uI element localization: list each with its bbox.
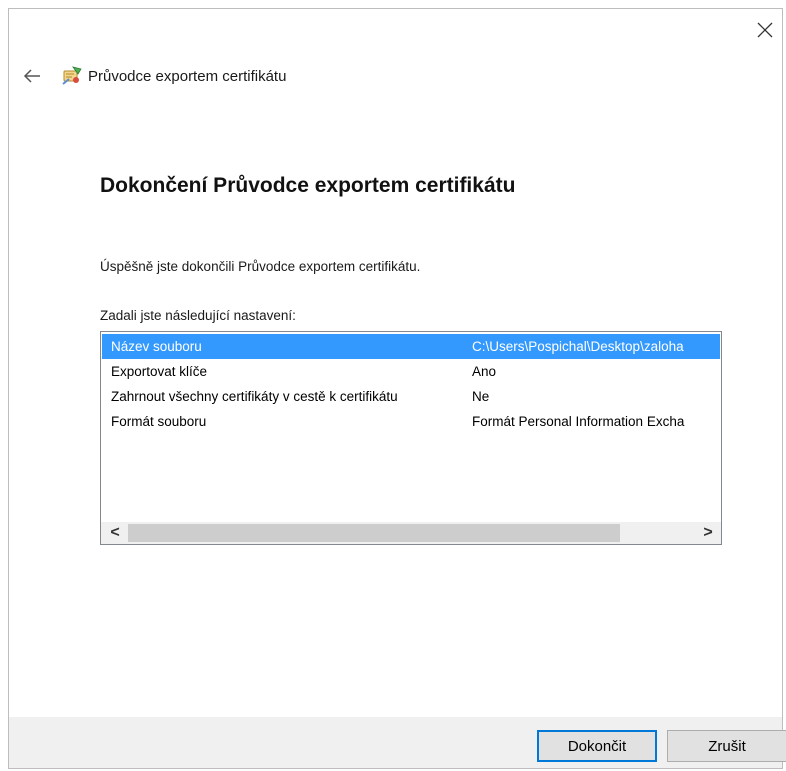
setting-name: Formát souboru xyxy=(111,414,207,429)
finish-button[interactable]: Dokončit xyxy=(537,730,657,762)
setting-name: Název souboru xyxy=(111,339,202,354)
scroll-right-button[interactable]: > xyxy=(697,522,719,544)
setting-name: Zahrnout všechny certifikáty v cestě k c… xyxy=(111,389,398,404)
list-item[interactable]: Formát souboru Formát Personal Informati… xyxy=(102,409,720,434)
chevron-left-icon: < xyxy=(110,524,120,541)
setting-value: Ano xyxy=(472,364,497,379)
cancel-button[interactable]: Zrušit xyxy=(667,730,786,762)
setting-value: Ne xyxy=(472,389,490,404)
wizard-title: Průvodce exportem certifikátu xyxy=(88,67,287,85)
settings-listview[interactable]: Název souboru C:\Users\Pospichal\Desktop… xyxy=(100,331,722,545)
scroll-left-button[interactable]: < xyxy=(104,522,126,544)
setting-value: Formát Personal Information Excha xyxy=(472,414,685,429)
settings-rows: Název souboru C:\Users\Pospichal\Desktop… xyxy=(102,334,720,434)
scrollbar-thumb[interactable] xyxy=(128,524,620,542)
wizard-titlebar: Průvodce exportem certifikátu xyxy=(21,64,286,88)
button-bar: Dokončit Zrušit xyxy=(9,717,786,768)
horizontal-scrollbar[interactable]: < > xyxy=(101,522,721,544)
certificate-wizard-icon xyxy=(62,66,82,85)
back-button[interactable] xyxy=(21,66,43,86)
settings-label: Zadali jste následující nastavení: xyxy=(100,308,296,323)
setting-value: C:\Users\Pospichal\Desktop\zaloha xyxy=(472,339,684,354)
setting-name: Exportovat klíče xyxy=(111,364,208,379)
chevron-right-icon: > xyxy=(703,524,713,541)
list-item[interactable]: Zahrnout všechny certifikáty v cestě k c… xyxy=(102,384,720,409)
list-item[interactable]: Název souboru C:\Users\Pospichal\Desktop… xyxy=(102,334,720,359)
back-arrow-icon xyxy=(23,69,40,83)
wizard-window: Průvodce exportem certifikátu Dokončení … xyxy=(8,8,786,769)
list-item[interactable]: Exportovat klíče Ano xyxy=(102,359,720,384)
page-title: Dokončení Průvodce exportem certifikátu xyxy=(100,174,516,197)
close-icon xyxy=(757,22,773,38)
close-button[interactable] xyxy=(754,19,776,41)
success-message: Úspěšně jste dokončili Průvodce exportem… xyxy=(100,259,421,274)
